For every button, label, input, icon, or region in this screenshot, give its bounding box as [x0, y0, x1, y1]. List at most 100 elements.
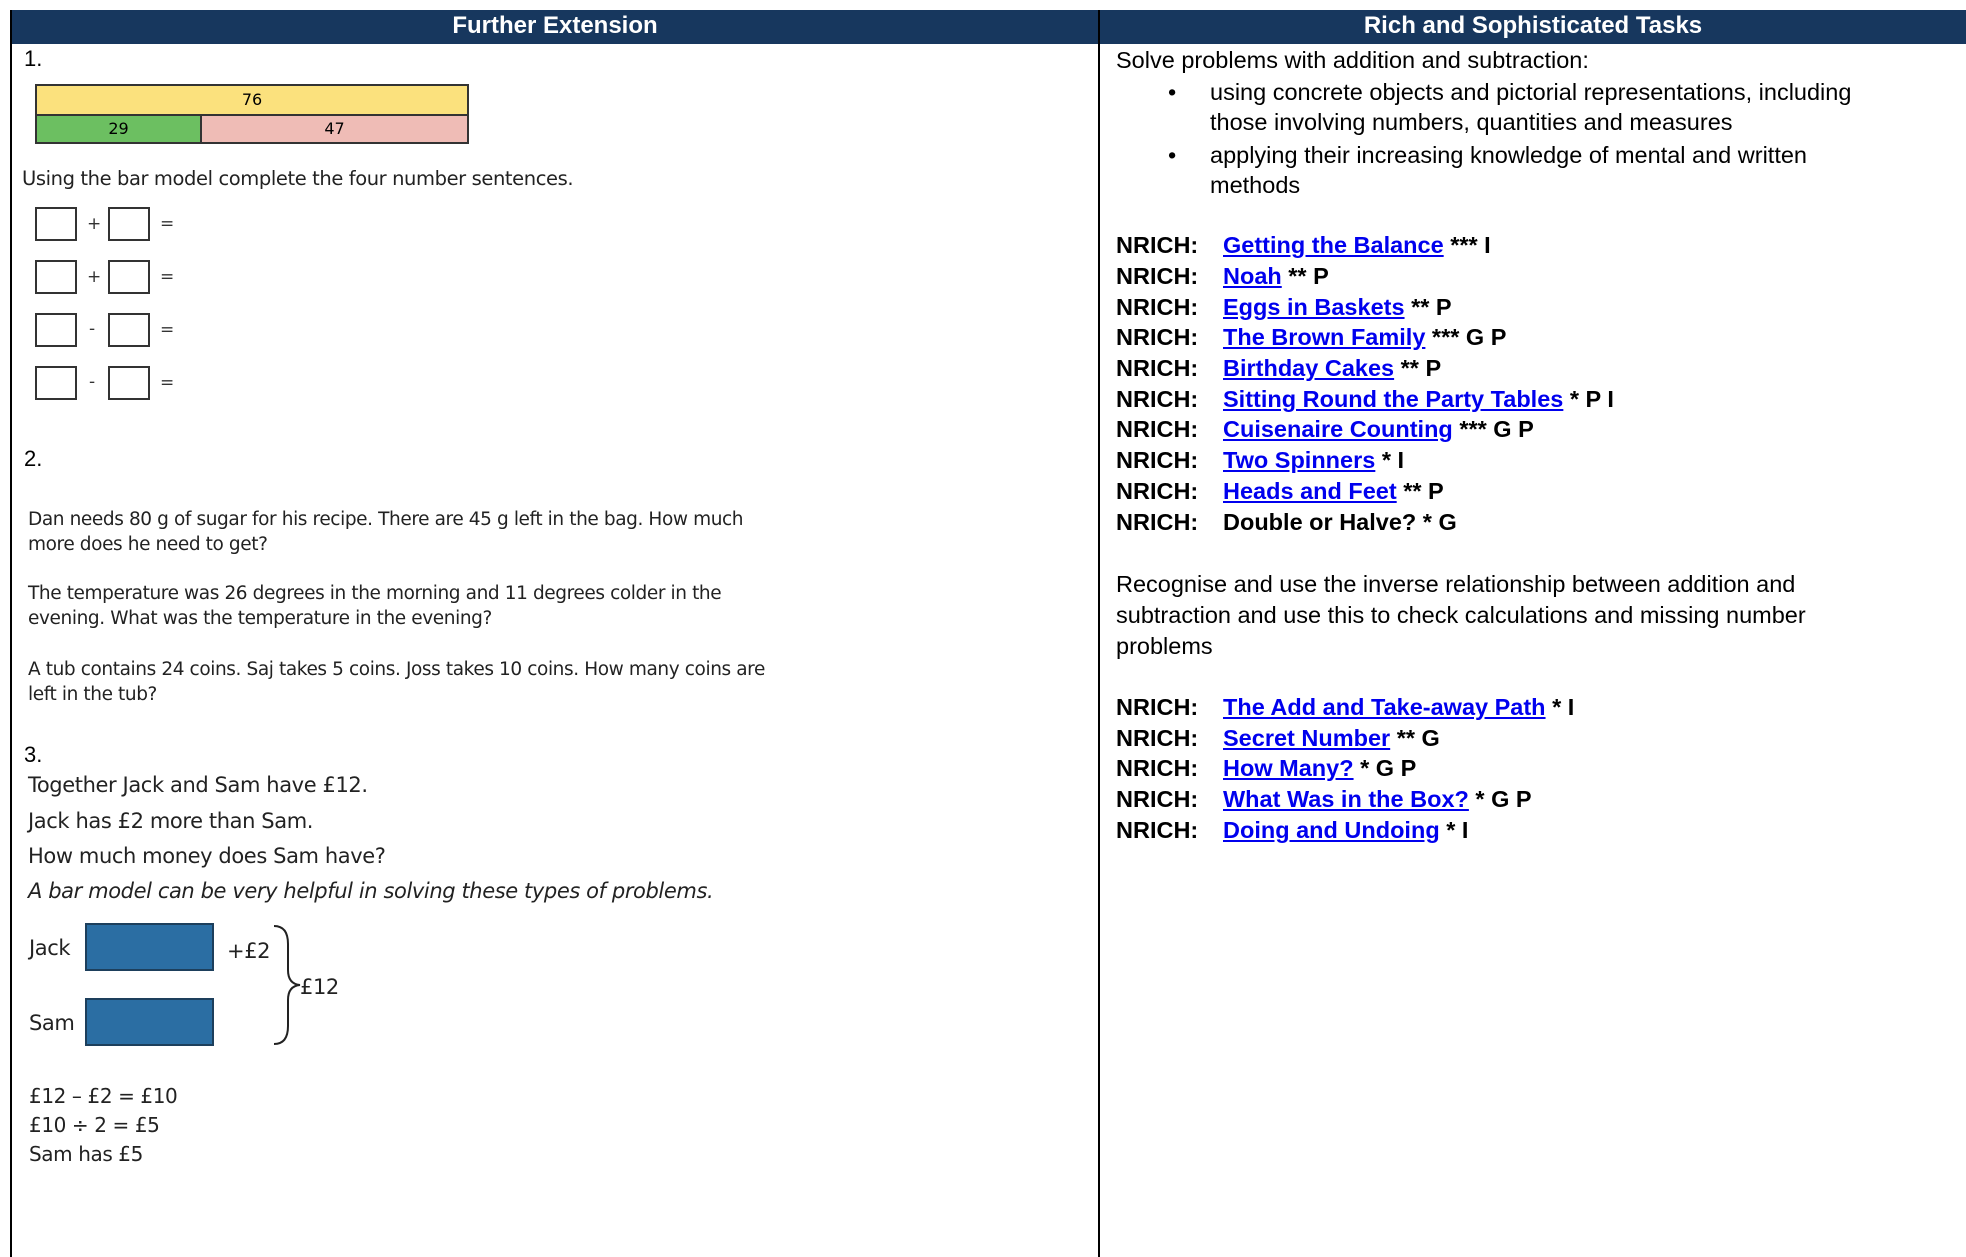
question-2-problem-1-line-2: more does he need to get?: [28, 534, 268, 555]
nrich-link[interactable]: How Many?: [1223, 755, 1354, 781]
plus-sign: +: [87, 214, 102, 234]
question-3-number: 3.: [24, 742, 43, 767]
question-3-line-1: Together Jack and Sam have £12.: [28, 773, 368, 797]
nrich-item: NRICH: Secret Number ** G: [1116, 723, 1440, 753]
question-3-line-4: A bar model can be very helpful in solvi…: [28, 879, 714, 903]
nrich-tags: * I: [1439, 817, 1469, 843]
solution-line-2: £10 ÷ 2 = £5: [29, 1113, 160, 1137]
nrich-item: NRICH: The Brown Family *** G P: [1116, 322, 1506, 352]
nrich-tags: ** P: [1281, 263, 1329, 289]
answer-box[interactable]: [35, 260, 77, 294]
nrich-item: NRICH: Two Spinners * I: [1116, 445, 1404, 475]
nrich-label: NRICH:: [1116, 232, 1199, 258]
label-jack: Jack: [29, 936, 71, 960]
nrich-label: NRICH:: [1116, 416, 1199, 442]
nrich-label: NRICH:: [1116, 694, 1199, 720]
question-2-problem-2-line-1: The temperature was 26 degrees in the mo…: [28, 583, 722, 604]
label-sam: Sam: [29, 1011, 75, 1035]
nrich-link[interactable]: What Was in the Box?: [1223, 786, 1469, 812]
nrich-item: NRICH: Noah ** P: [1116, 261, 1329, 291]
equals-sign: =: [160, 373, 175, 393]
solution-line-3: Sam has £5: [29, 1142, 143, 1166]
answer-box[interactable]: [35, 207, 77, 241]
nrich-link[interactable]: Birthday Cakes: [1223, 355, 1394, 381]
nrich-link[interactable]: The Add and Take-away Path: [1223, 694, 1546, 720]
nrich-tags: ** P: [1394, 355, 1442, 381]
nrich-link[interactable]: Noah: [1223, 263, 1282, 289]
nrich-link[interactable]: Sitting Round the Party Tables: [1223, 386, 1563, 412]
equals-sign: =: [160, 214, 175, 234]
bar-sam: [85, 998, 214, 1046]
nrich-item: NRICH: How Many? * G P: [1116, 753, 1416, 783]
bar-part-right: 47: [200, 114, 469, 144]
question-2-problem-3-line-2: left in the tub?: [28, 684, 157, 705]
bar-total: 76: [35, 84, 469, 116]
question-2-number: 2.: [24, 446, 43, 471]
nrich-label: NRICH:: [1116, 386, 1199, 412]
equals-sign: =: [160, 267, 175, 287]
bar-part-left: 29: [35, 114, 202, 144]
nrich-label: NRICH:: [1116, 755, 1199, 781]
nrich-link[interactable]: The Brown Family: [1223, 324, 1425, 350]
nrich-link[interactable]: Heads and Feet: [1223, 478, 1397, 504]
bullet-2-line-2: methods: [1210, 172, 1301, 198]
nrich-tags: *** G P: [1425, 324, 1507, 350]
nrich-item: NRICH: What Was in the Box? * G P: [1116, 784, 1532, 814]
nrich-tags: ** P: [1404, 294, 1452, 320]
question-3-line-3: How much money does Sam have?: [28, 844, 386, 868]
nrich-link[interactable]: Cuisenaire Counting: [1223, 416, 1453, 442]
objective-2-line-3: problems: [1116, 633, 1213, 659]
bullet-1-line-1: using concrete objects and pictorial rep…: [1210, 79, 1852, 105]
question-2-problem-3-line-1: A tub contains 24 coins. Saj takes 5 coi…: [28, 659, 765, 680]
nrich-label: NRICH:: [1116, 447, 1199, 473]
nrich-label: NRICH:: [1116, 478, 1199, 504]
answer-box[interactable]: [35, 366, 77, 400]
header-further-extension: Further Extension: [12, 10, 1098, 42]
nrich-tags: * I: [1545, 694, 1575, 720]
nrich-item: NRICH: Birthday Cakes ** P: [1116, 353, 1441, 383]
nrich-label: NRICH:: [1116, 725, 1199, 751]
nrich-link[interactable]: Secret Number: [1223, 725, 1390, 751]
plus-sign: +: [87, 267, 102, 287]
column-divider: [1098, 10, 1100, 1257]
nrich-tags: ** P: [1396, 478, 1444, 504]
objective-1: Solve problems with addition and subtrac…: [1116, 47, 1589, 73]
header-rich-tasks: Rich and Sophisticated Tasks: [1100, 10, 1966, 42]
equals-sign: =: [160, 320, 175, 340]
nrich-link[interactable]: Getting the Balance: [1223, 232, 1444, 258]
nrich-label: NRICH:: [1116, 263, 1199, 289]
nrich-item: NRICH: The Add and Take-away Path * I: [1116, 692, 1574, 722]
bullet-2-line-1: applying their increasing knowledge of m…: [1210, 142, 1807, 168]
nrich-label: NRICH:: [1116, 294, 1199, 320]
bar-jack: [85, 923, 214, 971]
answer-box[interactable]: [108, 207, 150, 241]
label-plus-2: +£2: [227, 939, 271, 963]
nrich-plain-item: Double or Halve? * G: [1223, 509, 1457, 535]
bullet-icon: •: [1168, 142, 1177, 168]
nrich-tags: * G P: [1353, 755, 1417, 781]
answer-box[interactable]: [108, 366, 150, 400]
nrich-item: NRICH: Double or Halve? * G: [1116, 507, 1457, 537]
nrich-item: NRICH: Cuisenaire Counting *** G P: [1116, 414, 1534, 444]
nrich-link[interactable]: Two Spinners: [1223, 447, 1375, 473]
bullet-icon: •: [1168, 79, 1177, 105]
nrich-item: NRICH: Doing and Undoing * I: [1116, 815, 1468, 845]
nrich-link[interactable]: Eggs in Baskets: [1223, 294, 1405, 320]
question-2-problem-2-line-2: evening. What was the temperature in the…: [28, 608, 492, 629]
nrich-tags: * P I: [1563, 386, 1614, 412]
nrich-label: NRICH:: [1116, 817, 1199, 843]
question-1-text: Using the bar model complete the four nu…: [22, 167, 574, 190]
nrich-link[interactable]: Doing and Undoing: [1223, 817, 1440, 843]
question-2-problem-1-line-1: Dan needs 80 g of sugar for his recipe. …: [28, 509, 744, 530]
question-3-line-2: Jack has £2 more than Sam.: [28, 809, 314, 833]
answer-box[interactable]: [108, 260, 150, 294]
nrich-tags: *** G P: [1452, 416, 1534, 442]
answer-box[interactable]: [35, 313, 77, 347]
brace-icon: [273, 925, 301, 1045]
label-total-12: £12: [300, 975, 339, 999]
nrich-label: NRICH:: [1116, 324, 1199, 350]
minus-sign: -: [89, 372, 96, 392]
nrich-tags: * G P: [1468, 786, 1532, 812]
answer-box[interactable]: [108, 313, 150, 347]
solution-line-1: £12 – £2 = £10: [29, 1084, 178, 1108]
